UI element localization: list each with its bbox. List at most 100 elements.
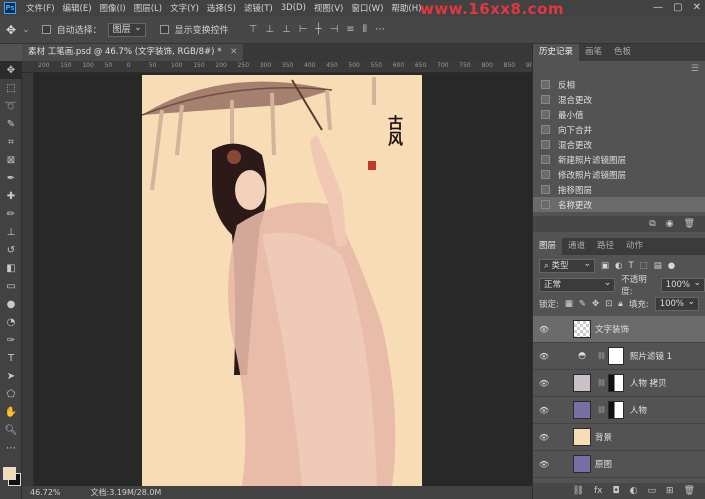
new-layer-icon[interactable]: ⊞ <box>666 486 674 496</box>
healing-tool-icon[interactable]: ✚ <box>0 187 22 205</box>
visibility-eye-icon[interactable]: 👁︎ <box>533 325 555 334</box>
crop-tool-icon[interactable]: ⌗ <box>0 133 22 151</box>
dodge-tool-icon[interactable]: ◔ <box>0 313 22 331</box>
document-tab[interactable]: 素材 工笔画.psd @ 46.7% (文字装饰, RGB/8#) * ✕ <box>22 44 244 61</box>
align-right-icon[interactable]: ⊣ <box>330 24 339 35</box>
blur-tool-icon[interactable]: ● <box>0 295 22 313</box>
blend-mode-dropdown[interactable]: 正常 <box>539 277 616 292</box>
zoom-level[interactable]: 46.72% <box>30 486 61 499</box>
menu-image[interactable]: 图像(I) <box>96 2 130 14</box>
filter-pixel-icon[interactable]: ▣ <box>601 261 609 271</box>
lock-all-icon[interactable]: 🔒︎ <box>618 299 623 309</box>
layer-name[interactable]: 原图 <box>595 458 612 470</box>
eraser-tool-icon[interactable]: ◧ <box>0 259 22 277</box>
quick-select-tool-icon[interactable]: ✎ <box>0 115 22 133</box>
history-item[interactable]: 名称更改 <box>533 197 705 212</box>
auto-select-dropdown[interactable]: 图层 <box>107 22 146 37</box>
lock-image-icon[interactable]: ✎ <box>579 299 586 309</box>
layer-style-icon[interactable]: fx <box>594 486 603 496</box>
frame-tool-icon[interactable]: ⊠ <box>0 151 22 169</box>
layer-row[interactable]: 👁︎ 文字装饰 <box>533 316 705 343</box>
history-item[interactable]: 最小值 <box>533 107 705 122</box>
type-tool-icon[interactable]: T <box>0 349 22 367</box>
chain-link-icon[interactable]: ⛓ <box>597 406 606 414</box>
gradient-tool-icon[interactable]: ▭ <box>0 277 22 295</box>
visibility-eye-icon[interactable]: 👁︎ <box>533 460 555 469</box>
lock-position-icon[interactable]: ✥ <box>592 299 599 309</box>
menu-view[interactable]: 视图(V) <box>310 2 347 14</box>
link-layers-icon[interactable]: ⛓ <box>573 486 584 496</box>
tab-layers[interactable]: 图层 <box>533 238 563 255</box>
layer-row[interactable]: 👁︎ ⛓ 人物 拷贝 <box>533 370 705 397</box>
layer-row[interactable]: 👁︎ ◓ ⛓ 照片滤镜 1 <box>533 343 705 370</box>
horizontal-ruler[interactable]: 200 150 100 50 0 50 100 150 200 250 300 350 400 450 50… <box>22 61 537 73</box>
history-item[interactable]: 反相 <box>533 77 705 92</box>
layer-row[interactable]: 👁︎ 原图 <box>533 451 705 478</box>
history-item[interactable]: 混合更改 <box>533 92 705 107</box>
visibility-eye-icon[interactable]: 👁︎ <box>533 379 555 388</box>
align-middle-icon[interactable]: ⊥ <box>265 24 274 35</box>
maximize-icon[interactable]: ▢ <box>673 2 682 13</box>
filter-smart-icon[interactable]: ▤ <box>654 261 662 271</box>
filter-type-icon[interactable]: T <box>628 261 633 271</box>
close-tab-icon[interactable]: ✕ <box>230 47 237 57</box>
tab-channels[interactable]: 通道 <box>562 238 591 255</box>
adjustment-layer-icon[interactable]: ◐ <box>630 486 638 496</box>
marquee-tool-icon[interactable]: ⬚ <box>0 79 22 97</box>
menu-file[interactable]: 文件(F) <box>22 2 59 14</box>
layer-filter-dropdown[interactable]: ⌕ 类型 <box>539 258 595 273</box>
menu-filter[interactable]: 滤镜(T) <box>240 2 277 14</box>
layer-mask-thumbnail[interactable] <box>607 401 624 419</box>
eyedropper-tool-icon[interactable]: ✒ <box>0 169 22 187</box>
pen-tool-icon[interactable]: ✑ <box>0 331 22 349</box>
filter-shape-icon[interactable]: ⬚ <box>640 261 648 271</box>
history-item[interactable]: 向下合并 <box>533 122 705 137</box>
history-item[interactable]: 拖移图层 <box>533 182 705 197</box>
chain-link-icon[interactable]: ⛓ <box>597 379 606 387</box>
layer-name[interactable]: 背景 <box>595 431 612 443</box>
menu-window[interactable]: 窗口(W) <box>347 2 387 14</box>
opacity-input[interactable]: 100% <box>660 277 705 292</box>
document-size[interactable]: 文档:3.19M/28.0M <box>91 486 162 499</box>
document-image[interactable]: 古风 <box>142 75 422 486</box>
new-document-from-state-icon[interactable]: ⧉ <box>649 219 655 229</box>
align-left-icon[interactable]: ⊢ <box>299 24 308 35</box>
align-center-icon[interactable]: ┼ <box>316 24 322 35</box>
tab-brush[interactable]: 画笔 <box>579 44 608 61</box>
shape-tool-icon[interactable]: ⬠ <box>0 385 22 403</box>
tool-preset-chevron-icon[interactable]: ⌄ <box>22 25 30 35</box>
align-top-icon[interactable]: ⊤ <box>249 24 258 35</box>
layer-name[interactable]: 人物 <box>630 404 647 416</box>
more-tools-icon[interactable]: ⋯ <box>0 439 22 457</box>
canvas-area[interactable]: 古风 <box>34 73 532 486</box>
stamp-tool-icon[interactable]: ⊥ <box>0 223 22 241</box>
visibility-eye-icon[interactable]: 👁︎ <box>533 433 555 442</box>
foreground-color-swatch[interactable] <box>3 467 16 480</box>
visibility-eye-icon[interactable]: 👁︎ <box>533 406 555 415</box>
move-tool-icon[interactable]: ✥ <box>0 61 22 79</box>
menu-select[interactable]: 选择(S) <box>203 2 240 14</box>
history-item[interactable]: 修改照片滤镜图层 <box>533 167 705 182</box>
chain-link-icon[interactable]: ⛓ <box>597 352 606 360</box>
hand-tool-icon[interactable]: ✋ <box>0 403 22 421</box>
minimize-icon[interactable]: — <box>653 2 663 13</box>
menu-layer[interactable]: 图层(L) <box>130 2 166 14</box>
delete-layer-icon[interactable]: 🗑︎ <box>684 486 695 496</box>
zoom-tool-icon[interactable]: 🔍︎ <box>0 421 22 439</box>
tab-actions[interactable]: 动作 <box>620 238 649 255</box>
distribute-h-icon[interactable]: ⦀ <box>363 24 367 35</box>
lasso-tool-icon[interactable]: ➰ <box>0 97 22 115</box>
snapshot-icon[interactable]: ◉ <box>666 219 674 229</box>
history-brush-tool-icon[interactable]: ↺ <box>0 241 22 259</box>
visibility-eye-icon[interactable]: 👁︎ <box>533 352 555 361</box>
new-group-icon[interactable]: ▭ <box>648 486 657 496</box>
menu-edit[interactable]: 编辑(E) <box>59 2 96 14</box>
show-transform-checkbox[interactable] <box>159 25 169 34</box>
tab-history[interactable]: 历史记录 <box>533 44 580 61</box>
more-options-icon[interactable]: ⋯ <box>375 24 385 35</box>
brush-tool-icon[interactable]: ✏ <box>0 205 22 223</box>
path-select-tool-icon[interactable]: ➤ <box>0 367 22 385</box>
lock-artboard-icon[interactable]: ⊡ <box>605 299 612 309</box>
align-bottom-icon[interactable]: ⊥ <box>282 24 291 35</box>
delete-state-icon[interactable]: 🗑︎ <box>684 219 695 229</box>
